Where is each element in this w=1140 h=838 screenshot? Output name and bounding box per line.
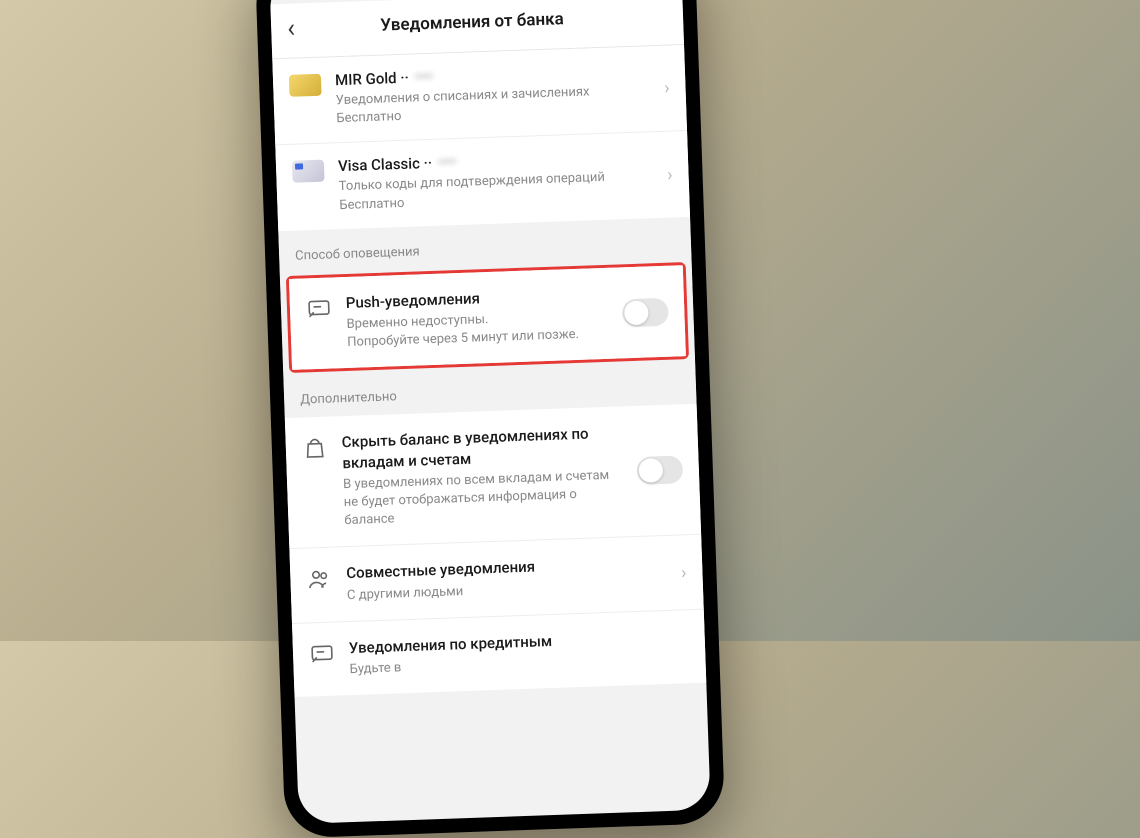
push-notifications-row[interactable]: Push-уведомления Временно недоступны. По… bbox=[289, 264, 686, 369]
chevron-right-icon: › bbox=[667, 164, 673, 185]
hide-balance-sub: В уведомлениях по всем вкладам и счетам … bbox=[343, 466, 625, 530]
lock-bag-icon bbox=[301, 435, 328, 462]
hide-balance-title: Скрыть баланс в уведомлениях по вкладам … bbox=[341, 422, 622, 472]
message-icon bbox=[309, 640, 336, 667]
card-gold-icon bbox=[289, 73, 322, 96]
people-icon bbox=[306, 566, 333, 593]
card-row-mir[interactable]: MIR Gold ·· •••• Уведомления о списаниях… bbox=[272, 45, 687, 145]
highlighted-section: Push-уведомления Временно недоступны. По… bbox=[286, 261, 689, 373]
card-name: Visa Classic ·· bbox=[338, 154, 433, 175]
chevron-right-icon: › bbox=[681, 561, 687, 582]
push-toggle[interactable] bbox=[622, 297, 669, 327]
content: MIR Gold ·· •••• Уведомления о списаниях… bbox=[272, 45, 706, 697]
screen: 14:09 ‹ Уведомления от банка bbox=[269, 0, 710, 823]
shared-notifications-row[interactable]: Совместные уведомления С другими людьми … bbox=[289, 534, 703, 623]
card-row-visa[interactable]: Visa Classic ·· •••• Только коды для под… bbox=[275, 130, 690, 231]
card-masked-digits: •••• bbox=[415, 69, 434, 85]
hide-balance-toggle[interactable] bbox=[636, 455, 683, 485]
card-masked-digits: •••• bbox=[438, 154, 457, 170]
hide-balance-row[interactable]: Скрыть баланс в уведомлениях по вкладам … bbox=[285, 404, 701, 548]
chevron-right-icon: › bbox=[664, 77, 670, 98]
card-name: MIR Gold ·· bbox=[335, 68, 409, 89]
card-visa-icon bbox=[292, 160, 325, 183]
page-title: Уведомления от банка bbox=[303, 6, 642, 38]
message-icon bbox=[306, 295, 333, 322]
back-button[interactable]: ‹ bbox=[287, 13, 296, 43]
credit-notifications-row[interactable]: Уведомления по кредитным Будьте в bbox=[292, 608, 706, 697]
phone-frame: 14:09 ‹ Уведомления от банка bbox=[255, 0, 725, 838]
